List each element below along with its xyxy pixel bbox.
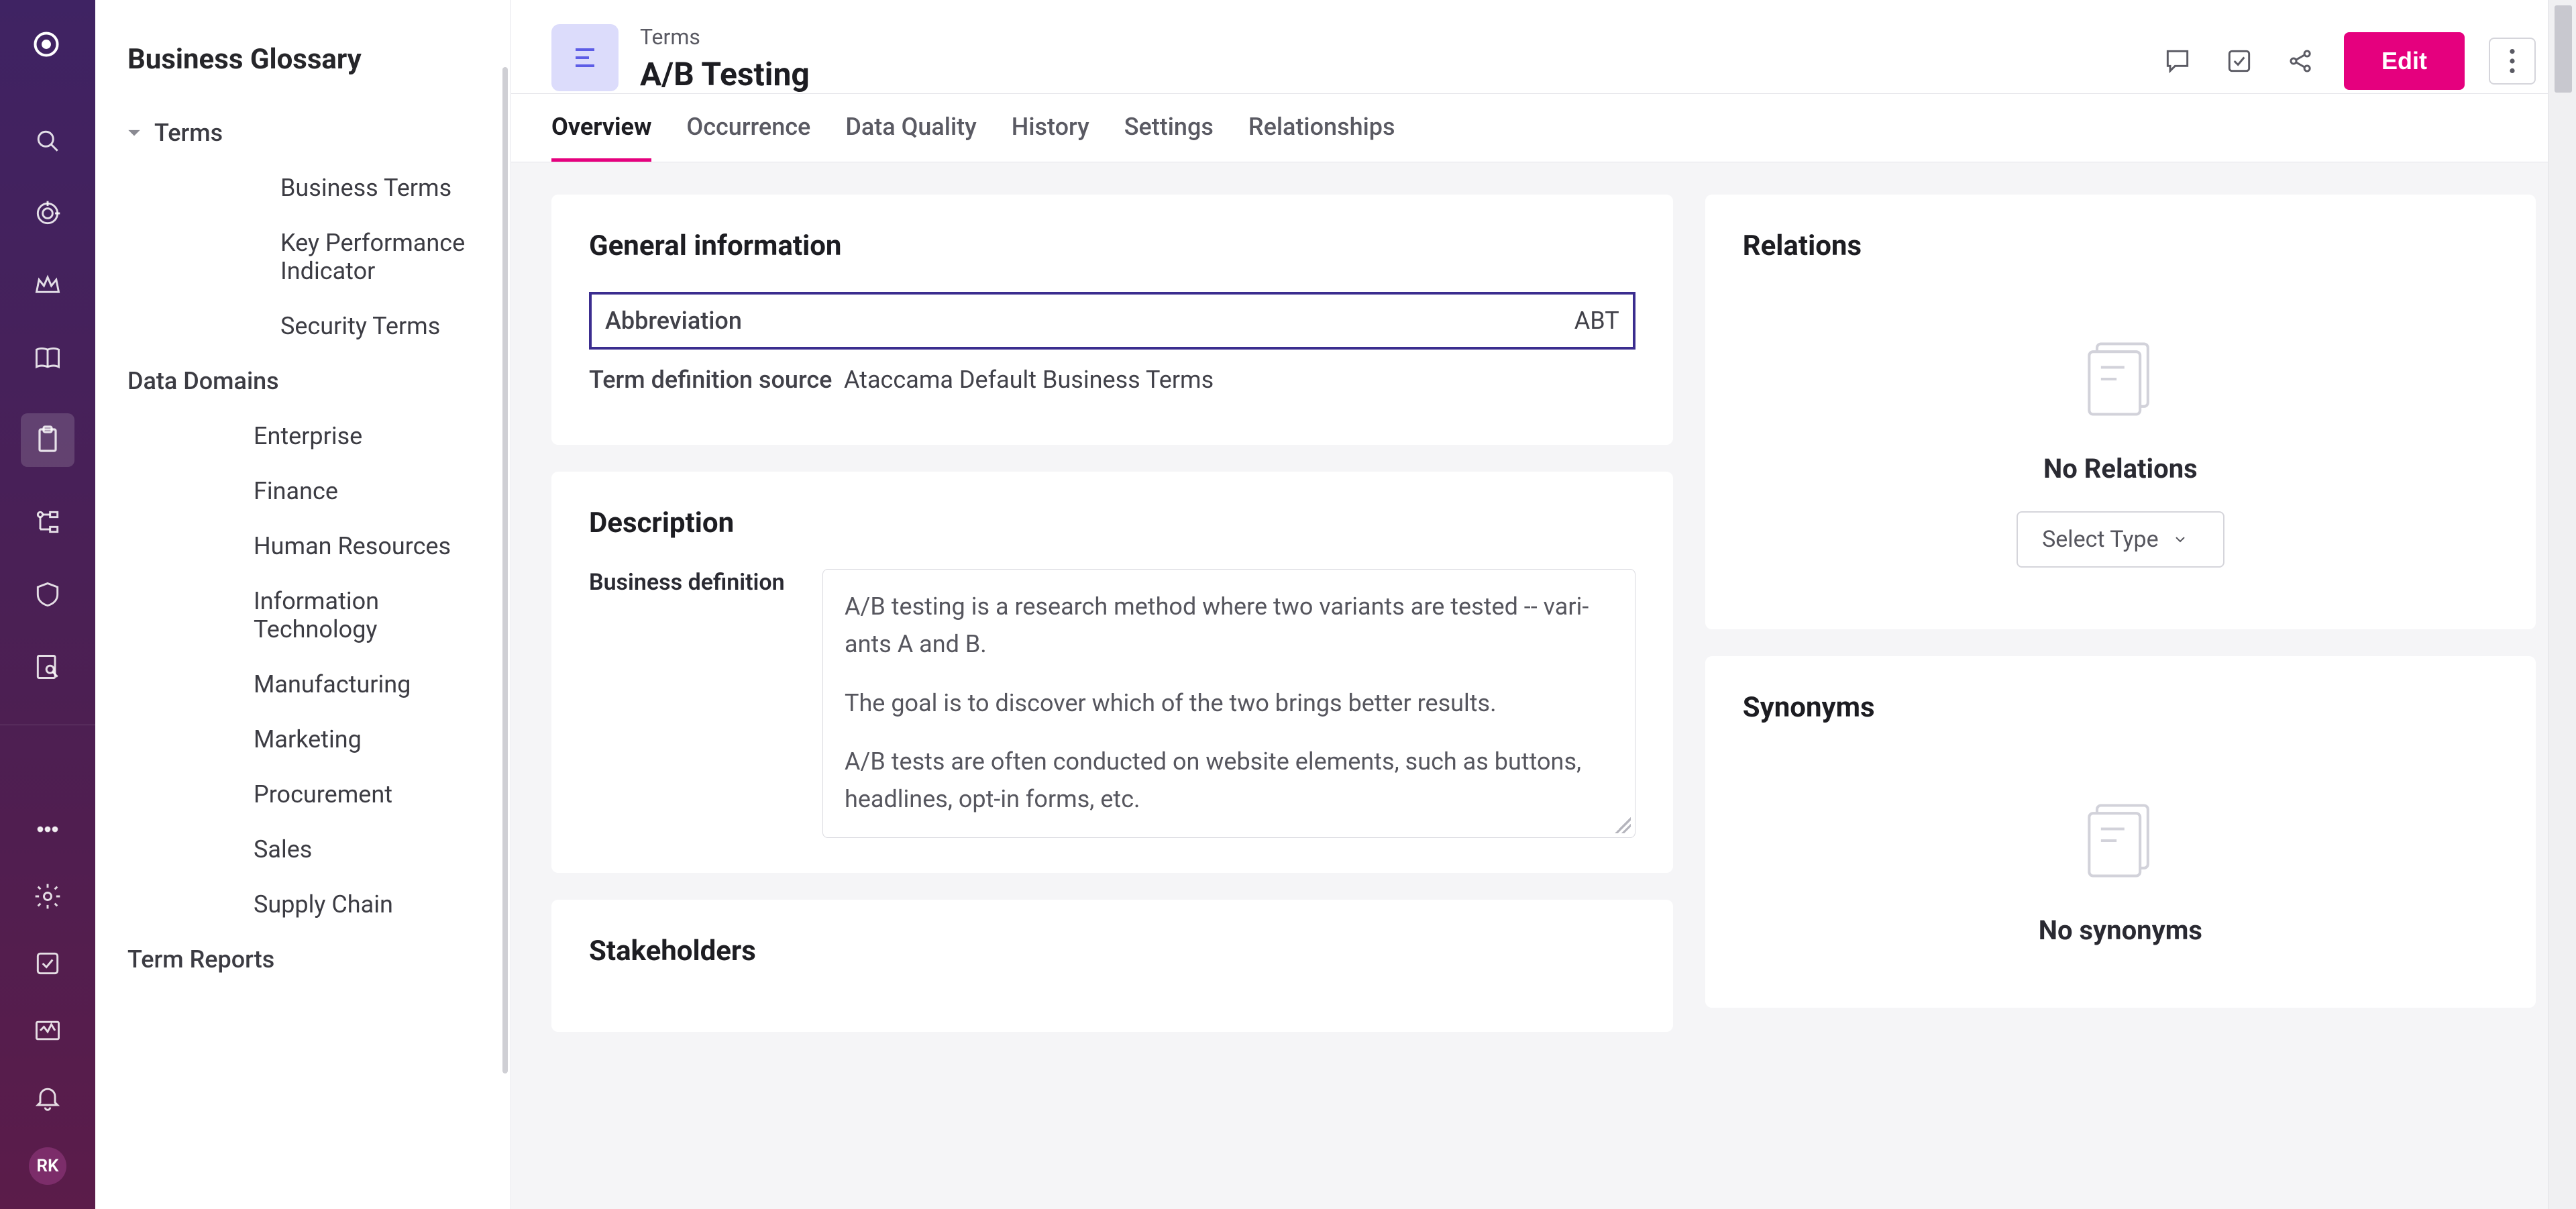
- tree-item-hr[interactable]: Human Resources: [95, 519, 511, 574]
- tab-relationships[interactable]: Relationships: [1248, 113, 1395, 162]
- tree-item-procurement[interactable]: Procurement: [95, 767, 511, 822]
- task-check-icon[interactable]: [2220, 42, 2258, 80]
- tree-item-supply-chain[interactable]: Supply Chain: [95, 877, 511, 932]
- tree-item-security-terms[interactable]: Security Terms: [95, 299, 511, 354]
- tab-data-quality[interactable]: Data Quality: [845, 113, 976, 162]
- source-row: Term definition source Ataccama Default …: [589, 350, 1635, 410]
- breadcrumb[interactable]: Terms: [640, 24, 2137, 50]
- book-icon[interactable]: [30, 341, 65, 376]
- tree-label: Data Domains: [127, 367, 279, 395]
- check-square-icon[interactable]: [30, 946, 65, 981]
- sidebar-title: Business Glossary: [95, 43, 511, 105]
- term-type-icon: [551, 24, 619, 91]
- tree-item-kpi[interactable]: Key Performance Indicator: [95, 215, 511, 299]
- comment-icon[interactable]: [2159, 42, 2196, 80]
- page-title: A/B Testing: [640, 55, 2137, 93]
- clipboard-icon[interactable]: [21, 413, 74, 467]
- tree-item-it[interactable]: Information Technology: [95, 574, 511, 657]
- crown-icon[interactable]: [30, 268, 65, 303]
- source-label: Term definition source: [589, 366, 844, 394]
- general-info-heading: General information: [589, 229, 1635, 262]
- tab-occurrence[interactable]: Occurrence: [686, 113, 810, 162]
- tree-item-marketing[interactable]: Marketing: [95, 712, 511, 767]
- description-card: Description Business definition A/B test…: [551, 472, 1673, 873]
- bell-icon[interactable]: [30, 1080, 65, 1115]
- tree-item-business-terms[interactable]: Business Terms: [95, 160, 511, 215]
- main-content: Terms A/B Testing Edit Overview Occurren…: [511, 0, 2576, 1209]
- tree-item-terms[interactable]: Terms: [95, 105, 511, 160]
- tree-item-sales[interactable]: Sales: [95, 822, 511, 877]
- select-type-dropdown[interactable]: Select Type: [2017, 511, 2224, 568]
- abbreviation-label: Abbreviation: [605, 307, 860, 335]
- synonyms-card: Synonyms No synonyms: [1705, 656, 2536, 1008]
- tree-item-enterprise[interactable]: Enterprise: [95, 409, 511, 464]
- more-actions-button[interactable]: [2489, 38, 2536, 85]
- shield-icon[interactable]: [30, 577, 65, 612]
- tree-item-data-domains[interactable]: Data Domains: [95, 354, 511, 409]
- sidebar-scrollbar[interactable]: [502, 67, 508, 1073]
- sidebar: Business Glossary Terms Business Terms K…: [95, 0, 511, 1209]
- relations-card: Relations No Relations Select Type: [1705, 195, 2536, 629]
- target-icon[interactable]: [30, 196, 65, 231]
- find-doc-icon[interactable]: [30, 649, 65, 684]
- select-type-label: Select Type: [2042, 526, 2159, 553]
- abbreviation-value: ABT: [860, 307, 1619, 335]
- document-stack-icon: [2074, 794, 2167, 888]
- tree-item-term-reports[interactable]: Term Reports: [95, 932, 511, 987]
- synonyms-heading: Synonyms: [1743, 691, 2498, 724]
- description-heading: Description: [589, 507, 1635, 539]
- document-stack-icon: [2074, 332, 2167, 426]
- abbreviation-row[interactable]: Abbreviation ABT: [589, 292, 1635, 350]
- gear-icon[interactable]: [30, 879, 65, 914]
- chevron-down-icon: [2172, 531, 2188, 547]
- desc-para-1: A/B testing is a research method where t…: [845, 588, 1613, 664]
- tree-label: Terms: [154, 119, 223, 147]
- nav-rail: RK: [0, 0, 95, 1209]
- business-definition-text[interactable]: A/B testing is a research method where t…: [822, 569, 1635, 838]
- search-icon[interactable]: [30, 123, 65, 158]
- desc-para-2: The goal is to discover which of the two…: [845, 685, 1613, 723]
- main-scrollbar[interactable]: [2548, 0, 2576, 1209]
- tab-overview[interactable]: Overview: [551, 113, 651, 162]
- source-value: Ataccama Default Business Terms: [844, 366, 1635, 394]
- relations-heading: Relations: [1743, 229, 2498, 262]
- tree-item-finance[interactable]: Finance: [95, 464, 511, 519]
- stakeholders-heading: Stakeholders: [589, 935, 1635, 967]
- general-info-card: General information Abbreviation ABT Ter…: [551, 195, 1673, 445]
- user-avatar[interactable]: RK: [29, 1147, 66, 1185]
- tree-item-manufacturing[interactable]: Manufacturing: [95, 657, 511, 712]
- business-definition-label: Business definition: [589, 569, 804, 838]
- share-icon[interactable]: [2282, 42, 2320, 80]
- tab-history[interactable]: History: [1012, 113, 1089, 162]
- page-header: Terms A/B Testing Edit: [511, 0, 2576, 94]
- tabs: Overview Occurrence Data Quality History…: [511, 94, 2576, 162]
- activity-icon[interactable]: [30, 1013, 65, 1048]
- tree-label: Term Reports: [127, 945, 274, 974]
- app-logo-icon: [32, 30, 64, 62]
- stakeholders-card: Stakeholders: [551, 900, 1673, 1032]
- relations-empty-text: No Relations: [2043, 453, 2198, 484]
- synonyms-empty-text: No synonyms: [2039, 914, 2202, 946]
- chevron-down-icon: [127, 126, 144, 140]
- more-icon[interactable]: [30, 812, 65, 847]
- hierarchy-icon[interactable]: [30, 505, 65, 539]
- desc-para-3: A/B tests are often conducted on website…: [845, 743, 1613, 819]
- tab-settings[interactable]: Settings: [1124, 113, 1214, 162]
- edit-button[interactable]: Edit: [2344, 32, 2465, 90]
- scrollbar-thumb[interactable]: [2555, 5, 2572, 93]
